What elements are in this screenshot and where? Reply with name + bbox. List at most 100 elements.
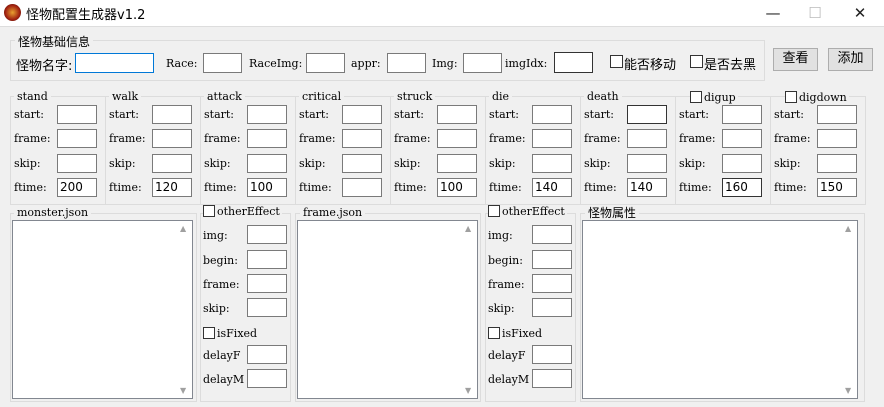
- struck-start-input[interactable]: [437, 105, 477, 124]
- view-button[interactable]: 查看: [773, 48, 818, 71]
- stand-ftime-input[interactable]: 200: [57, 178, 97, 197]
- raceimg-input[interactable]: [306, 53, 345, 73]
- struck-ftime-input[interactable]: 100: [437, 178, 477, 197]
- frame-json-label: frame.json: [300, 206, 366, 219]
- scrollbar[interactable]: ▲ ▼: [841, 221, 857, 398]
- raceimg-label: RaceImg:: [249, 57, 303, 70]
- digup-checkbox[interactable]: [690, 91, 702, 103]
- race-input[interactable]: [203, 53, 242, 73]
- stand-label: stand: [14, 90, 51, 103]
- app-logo-icon: [4, 4, 21, 21]
- walk-frame-input[interactable]: [152, 129, 192, 148]
- critical-frame-input[interactable]: [342, 129, 382, 148]
- digdown-skip-input[interactable]: [817, 154, 857, 173]
- race-label: Race:: [166, 57, 198, 70]
- effect-skip-label: skip:: [488, 302, 515, 315]
- delayF-input[interactable]: [532, 345, 572, 364]
- scrollbar[interactable]: ▲ ▼: [461, 221, 477, 398]
- start-label: start:: [394, 108, 425, 121]
- attack-start-input[interactable]: [247, 105, 287, 124]
- critical-start-input[interactable]: [342, 105, 382, 124]
- skip-label: skip:: [204, 157, 231, 170]
- scroll-down-icon[interactable]: ▼: [845, 386, 851, 395]
- critical-skip-input[interactable]: [342, 154, 382, 173]
- can-move-checkbox[interactable]: [610, 55, 623, 68]
- walk-skip-input[interactable]: [152, 154, 192, 173]
- effect-img-label: img:: [488, 229, 513, 242]
- digup-start-input[interactable]: [722, 105, 762, 124]
- frame-label: frame:: [489, 132, 526, 145]
- digdown-label: digdown: [797, 91, 849, 104]
- appr-input[interactable]: [387, 53, 426, 73]
- scroll-up-icon[interactable]: ▲: [180, 224, 186, 233]
- digdown-ftime-input[interactable]: 150: [817, 178, 857, 197]
- close-button[interactable]: ✕: [840, 2, 880, 24]
- digup-frame-input[interactable]: [722, 129, 762, 148]
- death-frame-input[interactable]: [627, 129, 667, 148]
- skip-label: skip:: [679, 157, 706, 170]
- other-effect-checkbox[interactable]: [488, 205, 500, 217]
- remove-black-label: 是否去黑: [704, 58, 757, 73]
- effect-skip-input[interactable]: [247, 298, 287, 317]
- is-fixed-checkbox[interactable]: [203, 327, 215, 339]
- walk-ftime-input[interactable]: 120: [152, 178, 192, 197]
- stand-skip-input[interactable]: [57, 154, 97, 173]
- frame-json-textarea[interactable]: ▲ ▼: [297, 220, 478, 399]
- remove-black-checkbox[interactable]: [690, 55, 703, 68]
- effect-begin-input[interactable]: [532, 250, 572, 269]
- digdown-checkbox[interactable]: [785, 91, 797, 103]
- effect-img-input[interactable]: [532, 225, 572, 244]
- maximize-button[interactable]: ☐: [795, 2, 835, 24]
- img-input[interactable]: [463, 53, 502, 73]
- delayM-input[interactable]: [247, 369, 287, 388]
- name-input[interactable]: [75, 53, 154, 73]
- digup-ftime-input[interactable]: 160: [722, 178, 762, 197]
- die-skip-input[interactable]: [532, 154, 572, 173]
- die-start-input[interactable]: [532, 105, 572, 124]
- struck-skip-input[interactable]: [437, 154, 477, 173]
- scrollbar[interactable]: ▲ ▼: [176, 221, 192, 398]
- add-button[interactable]: 添加: [828, 48, 873, 71]
- effect-frame-input[interactable]: [247, 274, 287, 293]
- scroll-down-icon[interactable]: ▼: [180, 386, 186, 395]
- scroll-up-icon[interactable]: ▲: [845, 224, 851, 233]
- attack-ftime-input[interactable]: 100: [247, 178, 287, 197]
- struck-frame-input[interactable]: [437, 129, 477, 148]
- monster-attrs-textarea[interactable]: ▲ ▼: [582, 220, 858, 399]
- scroll-up-icon[interactable]: ▲: [465, 224, 471, 233]
- is-fixed-checkbox[interactable]: [488, 327, 500, 339]
- death-ftime-input[interactable]: 140: [627, 178, 667, 197]
- effect-img-input[interactable]: [247, 225, 287, 244]
- delayF-input[interactable]: [247, 345, 287, 364]
- minimize-button[interactable]: —: [753, 2, 793, 24]
- die-label: die: [489, 90, 513, 103]
- digup-skip-input[interactable]: [722, 154, 762, 173]
- critical-ftime-input[interactable]: [342, 178, 382, 197]
- die-frame-input[interactable]: [532, 129, 572, 148]
- monster-json-textarea[interactable]: ▲ ▼: [12, 220, 193, 399]
- die-ftime-input[interactable]: 140: [532, 178, 572, 197]
- death-start-input[interactable]: [627, 105, 667, 124]
- stand-frame-input[interactable]: [57, 129, 97, 148]
- imgidx-input[interactable]: [554, 52, 593, 73]
- attack-skip-input[interactable]: [247, 154, 287, 173]
- death-skip-input[interactable]: [627, 154, 667, 173]
- effect-begin-input[interactable]: [247, 250, 287, 269]
- delayM-label: delayM: [488, 373, 530, 386]
- frame-label: frame:: [14, 132, 51, 145]
- digdown-frame-input[interactable]: [817, 129, 857, 148]
- attack-frame-input[interactable]: [247, 129, 287, 148]
- delayM-input[interactable]: [532, 369, 572, 388]
- monster-attrs-label: 怪物属性: [585, 204, 640, 221]
- scroll-down-icon[interactable]: ▼: [465, 386, 471, 395]
- frame-label: frame:: [299, 132, 336, 145]
- walk-start-input[interactable]: [152, 105, 192, 124]
- effect-img-label: img:: [203, 229, 228, 242]
- effect-skip-input[interactable]: [532, 298, 572, 317]
- other-effect-checkbox[interactable]: [203, 205, 215, 217]
- digdown-start-input[interactable]: [817, 105, 857, 124]
- effect-frame-input[interactable]: [532, 274, 572, 293]
- stand-start-input[interactable]: [57, 105, 97, 124]
- start-label: start:: [584, 108, 615, 121]
- delayF-label: delayF: [203, 349, 241, 362]
